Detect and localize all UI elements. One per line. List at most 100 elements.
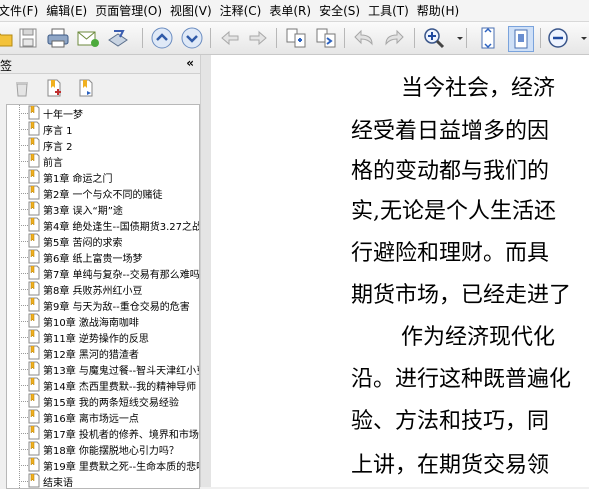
email-icon[interactable] [76,26,100,50]
toolbar-separator [276,28,277,48]
bookmark-item[interactable]: 第19章 里费默之死--生命本质的悲哩 [7,457,199,473]
tree-connector [19,449,28,450]
back-arrow-icon[interactable] [218,26,242,50]
zoom-dropdown-icon[interactable] [448,26,463,50]
fit-page-icon[interactable] [476,26,500,50]
bookmark-label: 十年一梦 [43,110,83,121]
bookmark-icon [28,329,40,344]
undo-icon[interactable] [352,26,376,50]
tree-connector [19,273,28,274]
text-line: 格的变动都与我们的 [351,159,550,184]
bookmark-item[interactable]: 第11章 逆势操作的反思 [7,329,199,345]
menu-view[interactable]: 视图(V) [170,2,220,19]
tree-connector [19,353,28,354]
bookmark-item[interactable]: 序言 1 [7,121,199,137]
open-folder-icon[interactable] [0,26,14,50]
tree-connector [19,177,28,178]
bookmark-icon [28,409,40,424]
menu-page-management[interactable]: 页面管理(O) [95,2,170,19]
zoom-out-icon[interactable] [546,26,570,50]
toolbar-separator [466,28,467,48]
bookmark-label: 第19章 里费默之死--生命本质的悲哩 [43,462,200,473]
bookmark-properties-icon[interactable] [76,78,96,98]
bookmark-label: 第6章 纸上富贵一场梦 [43,254,143,265]
bookmark-item[interactable]: 第1章 命运之门 [7,169,199,185]
bookmark-item[interactable]: 序言 2 [7,137,199,153]
tree-connector [19,257,28,258]
scan-icon[interactable] [106,26,130,50]
bookmark-label: 序言 1 [43,126,73,137]
document-page: 当今社会，经济 经受着日益增多的因 格的变动都与我们的 实,无论是个人生活还 行… [211,55,589,487]
bookmark-label: 第1章 命运之门 [43,174,113,185]
bookmark-item[interactable]: 第2章 一个与众不同的赌徒 [7,185,199,201]
bookmark-item[interactable]: 第15章 我的两条短线交易经验 [7,393,199,409]
menu-security[interactable]: 安全(S) [319,2,368,19]
tree-connector [19,369,28,370]
bookmark-item[interactable]: 第7章 单纯与复杂--交易有那么难吗？ [7,265,199,281]
tree-connector [19,305,28,306]
bookmark-icon [28,217,40,232]
print-icon[interactable] [46,26,70,50]
zoom-out-dropdown-icon[interactable] [572,26,587,50]
tree-connector [19,481,28,482]
bookmark-label: 第3章 误入“期”途 [43,206,123,217]
bookmark-icon [28,185,40,200]
menu-help[interactable]: 帮助(H) [417,2,467,19]
menu-bar: 文件(F) 编辑(E) 页面管理(O) 视图(V) 注释(C) 表单(R) 安全… [0,0,589,22]
menu-edit[interactable]: 编辑(E) [46,2,95,19]
bookmark-item[interactable]: 第8章 兵败苏州红小豆 [7,281,199,297]
menu-annotation[interactable]: 注释(C) [220,2,270,19]
delete-bookmark-icon[interactable] [12,78,32,98]
bookmark-item[interactable]: 第16章 离市场远一点 [7,409,199,425]
bookmark-icon [28,105,40,120]
zoom-in-icon[interactable] [422,26,446,50]
menu-form[interactable]: 表单(R) [269,2,319,19]
forward-arrow-icon[interactable] [246,26,270,50]
insert-page-icon[interactable] [284,26,308,50]
text-line: 经受着日益增多的因 [351,119,550,144]
bookmark-item[interactable]: 第3章 误入“期”途 [7,201,199,217]
extract-page-icon[interactable] [314,26,338,50]
bookmark-item[interactable]: 第4章 绝处逢生--国债期货3.27之战 [7,217,199,233]
redo-icon[interactable] [382,26,406,50]
menu-file[interactable]: 文件(F) [0,2,46,19]
bookmark-icon [28,313,40,328]
bookmark-item[interactable]: 第18章 你能摆脱地心引力吗？ [7,441,199,457]
bookmark-label: 第18章 你能摆脱地心引力吗？ [43,446,179,457]
save-icon[interactable] [16,26,40,50]
previous-page-icon[interactable] [150,26,174,50]
bookmark-item[interactable]: 第5章 苦闷的求索 [7,233,199,249]
bookmark-icon [28,265,40,280]
bookmark-item[interactable]: 前言 [7,153,199,169]
bookmark-item[interactable]: 第12章 黑河的猎渣者 [7,345,199,361]
bookmark-icon [28,121,40,136]
bookmark-item[interactable]: 第10章 激战海南咖啡 [7,313,199,329]
text-line: 上讲，在期货交易领 [351,453,550,478]
bookmarks-panel-header: 签 « [0,55,200,74]
next-page-icon[interactable] [180,26,204,50]
bookmark-icon [28,377,40,392]
bookmark-tree: 十年一梦序言 1 序言 2 前言第1章 命运之门 第2章 一个与众不同的赌徒第3章 误… [6,104,200,489]
bookmark-item[interactable]: 第13章 与魔鬼过餐--智斗天津红小豆 [7,361,199,377]
bookmark-icon [28,201,40,216]
tree-connector [19,129,28,130]
text-line: 实,无论是个人生活还 [351,199,556,224]
bookmark-item[interactable]: 第17章 投机者的修养、境界和市场交 [7,425,199,441]
toolbar-separator [540,28,541,48]
menu-tools[interactable]: 工具(T) [368,2,417,19]
tree-connector [19,241,28,242]
collapse-panel-icon[interactable]: « [186,56,194,70]
new-bookmark-icon[interactable] [44,78,64,98]
bookmark-label: 第17章 投机者的修养、境界和市场交 [43,430,200,441]
bookmark-item[interactable]: 十年一梦 [7,105,199,121]
bookmark-item[interactable]: 第14章 杰西里费默--我的精神导师 [7,377,199,393]
bookmark-label: 第7章 单纯与复杂--交易有那么难吗？ [43,270,200,281]
bookmark-item[interactable]: 第9章 与天为敌--重仓交易的危害 [7,297,199,313]
tree-connector [19,321,28,322]
tree-connector [19,161,28,162]
bookmark-label: 第12章 黑河的猎渣者 [43,350,139,361]
toolbar-separator [414,28,415,48]
tree-connector [19,145,28,146]
fit-width-icon[interactable] [508,26,534,52]
bookmark-item[interactable]: 第6章 纸上富贵一场梦 [7,249,199,265]
